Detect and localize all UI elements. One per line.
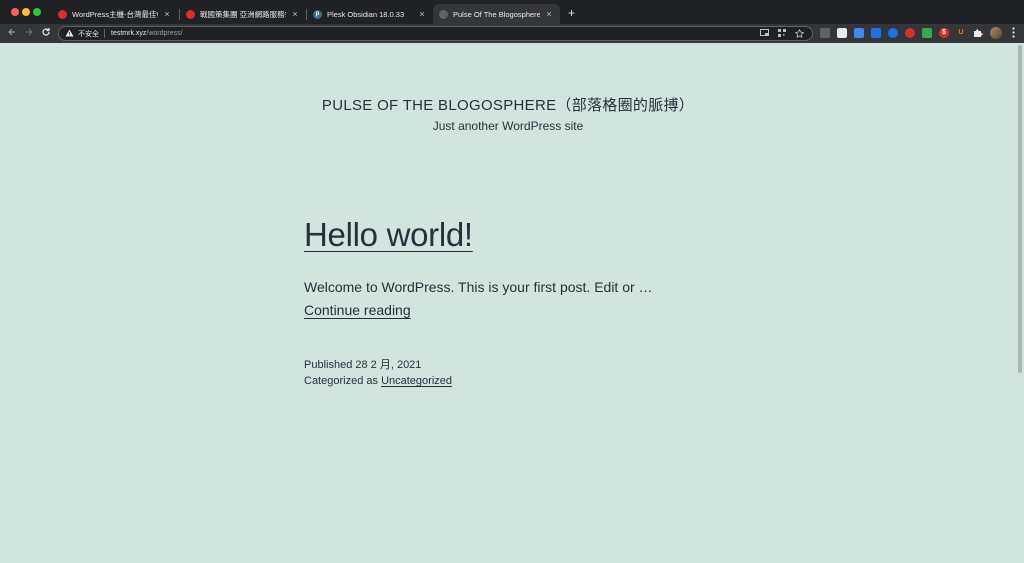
reload-button[interactable] (39, 27, 52, 40)
browser-menu-icon[interactable] (1008, 27, 1018, 40)
back-button[interactable] (5, 27, 18, 40)
site-description: Just another WordPress site (432, 119, 584, 133)
site-title[interactable]: PULSE OF THE BLOGOSPHERE（部落格圈的脈搏） (0, 94, 1016, 115)
window-minimize-button[interactable] (22, 8, 30, 16)
new-tab-button[interactable]: + (565, 7, 578, 20)
cast-icon[interactable] (760, 29, 769, 37)
category-link[interactable]: Uncategorized (381, 375, 452, 387)
forward-arrow-icon (25, 28, 33, 36)
browser-tab-pulse-active[interactable]: Pulse Of The Blogosphere（部落 × (433, 4, 560, 24)
browser-tab-strip: WordPress主機-台灣最佳WordPress × 戰國策集團 亞洲網路服務… (0, 0, 1024, 24)
not-secure-warning-icon[interactable] (65, 29, 74, 39)
tab-close-icon[interactable]: × (290, 9, 300, 19)
qr-code-icon[interactable] (778, 29, 786, 37)
tab-title: Plesk Obsidian 18.0.33 (327, 9, 405, 19)
page-scrollbar[interactable] (1016, 43, 1024, 563)
extension-u-icon[interactable]: U (956, 28, 966, 38)
post-category-line: Categorized as Uncategorized (304, 375, 452, 387)
extension-translate-icon[interactable] (854, 28, 864, 38)
browser-tab-group-site[interactable]: 戰國策集團 亞洲網路服務領導品牌 × (180, 4, 306, 24)
browser-tab-plesk[interactable]: p Plesk Obsidian 18.0.33 × (307, 4, 433, 24)
bookmark-star-icon[interactable] (795, 29, 804, 38)
wordpress-host-favicon-icon (58, 9, 67, 19)
extensions-puzzle-icon[interactable] (973, 28, 983, 38)
extension-checkbox-icon[interactable] (837, 28, 847, 38)
tab-title: 戰國策集團 亞洲網路服務領導品牌 (200, 9, 286, 19)
plesk-favicon-icon: p (313, 9, 322, 19)
group-site-favicon-icon (186, 9, 195, 19)
tab-close-icon[interactable]: × (417, 9, 427, 19)
address-bar[interactable]: 不安全 testmrk.xyz /wordpress/ (58, 26, 813, 41)
tab-title: Pulse Of The Blogosphere（部落 (453, 9, 540, 19)
window-close-button[interactable] (11, 8, 19, 16)
scrollbar-thumb[interactable] (1018, 45, 1022, 373)
address-bar-actions (760, 29, 804, 38)
extension-shield-icon[interactable] (922, 28, 932, 38)
page-favicon-icon (439, 9, 448, 19)
profile-avatar[interactable] (990, 27, 1002, 39)
continue-reading-link[interactable]: Continue reading (304, 302, 411, 318)
extension-bookmark-icon[interactable] (871, 28, 881, 38)
extension-dollar-icon[interactable]: $ (939, 28, 949, 38)
tab-close-icon[interactable]: × (162, 9, 172, 19)
post-title-link[interactable]: Hello world! (304, 216, 473, 254)
post-excerpt: Welcome to WordPress. This is your first… (304, 279, 653, 295)
browser-tab-wordpress-host[interactable]: WordPress主機-台灣最佳WordPress × (52, 4, 178, 24)
tab-close-icon[interactable]: × (544, 9, 554, 19)
back-arrow-icon (7, 28, 15, 36)
extension-check-icon[interactable] (888, 28, 898, 38)
extension-record-icon[interactable] (905, 28, 915, 38)
forward-button[interactable] (22, 27, 35, 40)
window-zoom-button[interactable] (33, 8, 41, 16)
extension-reader-icon[interactable] (820, 28, 830, 38)
browser-toolbar: 不安全 testmrk.xyz /wordpress/ $ U (0, 24, 1024, 43)
tab-title: WordPress主機-台灣最佳WordPress (72, 9, 158, 19)
reload-icon (41, 28, 50, 36)
url-host: testmrk.xyz (111, 30, 147, 37)
post-published-date: Published 28 2 月, 2021 (304, 359, 422, 371)
address-divider (104, 29, 105, 38)
security-status-label[interactable]: 不安全 (78, 29, 99, 39)
url-path: /wordpress/ (146, 30, 183, 37)
categorized-as-label: Categorized as (304, 375, 378, 387)
